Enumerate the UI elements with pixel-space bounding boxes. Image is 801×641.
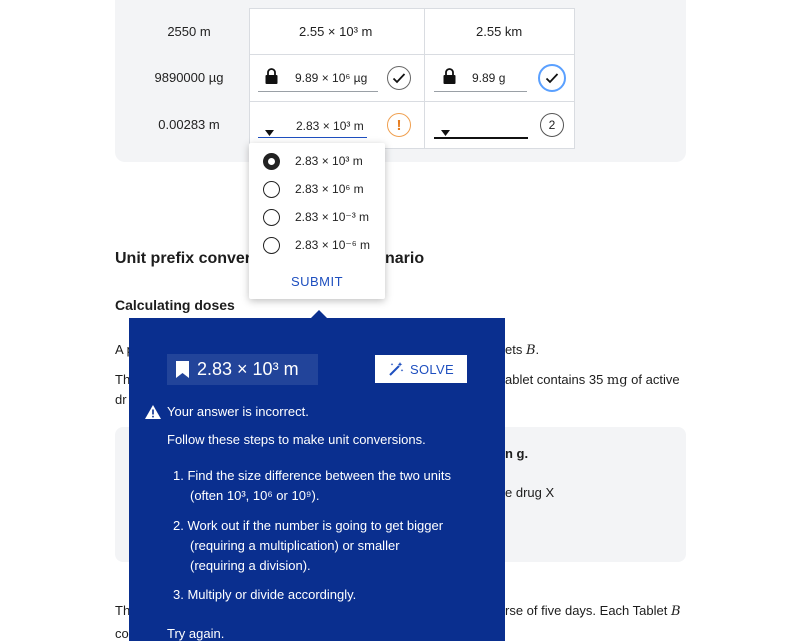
answer-row3-col2-underline [434,137,528,139]
dropdown-option[interactable]: 2.83 × 10³ m [263,151,383,171]
grid-divider-row2 [249,101,575,102]
step1-line1: 1. Find the size difference between the … [173,468,451,483]
dropdown-option[interactable]: 2.83 × 10⁶ m [263,179,383,199]
check-icon [392,73,406,84]
answer-row1-col2: 2.55 km [476,24,523,39]
bookmark-icon [176,361,189,378]
try-again-message: Try again. [167,626,225,641]
lock-icon [443,68,456,89]
paragraph-a-right: ets B. [505,342,540,358]
attempts-counter: 2 [540,113,564,137]
answer-row2-col1-underline [258,91,378,92]
submit-button[interactable]: SUBMIT [249,274,385,289]
card-line2-right: e drug X [505,485,555,500]
step3: 3. Multiply or divide accordingly. [173,587,357,602]
paragraph-bottom-right1: rse of five days. Each Tablet B [505,603,681,619]
warning-icon: ! [396,116,402,134]
radio[interactable] [263,208,280,226]
caret-down-icon[interactable] [265,123,274,141]
solve-button[interactable]: SOLVE [375,355,467,383]
answer-row2-col1: 9.89 × 10⁶ µg [295,71,368,85]
grid-divider-row1 [249,54,575,55]
warning-button-row3[interactable]: ! [387,113,411,137]
answer-dropdown-menu: 2.83 × 10³ m 2.83 × 10⁶ m 2.83 × 10⁻³ m … [249,143,385,299]
answer-row3-col1-select[interactable]: 2.83 × 10³ m [296,119,364,133]
given-value-row2: 9890000 µg [154,70,224,85]
instructions-intro: Follow these steps to make unit conversi… [167,432,426,447]
answer-row2-col2: 9.89 g [472,71,506,85]
paragraph-bottom-left1: Th [115,603,131,618]
answer-row1-col1: 2.55 × 10³ m [299,24,373,39]
magic-wand-icon [389,362,404,376]
paragraph-th-right: ablet contains 35 mg of active [505,372,680,388]
paragraph-th-left: Th [115,372,131,387]
incorrect-message: Your answer is incorrect. [167,404,309,419]
card-line1-right: n g. [505,446,529,461]
step1-line2: (often 10³, 10⁶ or 10⁹). [190,488,320,503]
paragraph-dr-left: dr [115,392,127,407]
feedback-popup: 2.83 × 10³ m SOLVE Your answer is incorr… [129,318,505,641]
grid-divider-vertical [424,8,425,149]
dropdown-option[interactable]: 2.83 × 10⁻³ m [263,207,383,227]
answer-row3-col1-underline [258,137,367,138]
subheading: Calculating doses [115,297,235,313]
section-heading: Unit prefix conver [115,250,252,267]
section-heading-continued: nario [385,250,425,267]
step2-line2: (requiring a multiplication) or smaller [190,538,400,553]
warning-icon [145,405,161,419]
check-button-row2-col2[interactable] [538,64,566,92]
check-icon [545,73,559,84]
dropdown-option[interactable]: 2.83 × 10⁻⁶ m [263,235,383,255]
paragraph-bottom-left2: co [115,626,129,641]
given-value-row1: 2550 m [167,24,211,39]
submitted-answer: 2.83 × 10³ m [167,354,318,385]
radio-selected[interactable] [263,152,280,170]
radio[interactable] [263,236,280,254]
given-value-row3: 0.00283 m [158,117,220,132]
answer-row2-col2-underline [434,91,527,92]
lock-icon [265,68,278,89]
check-button-row2-col1[interactable] [387,66,411,90]
step2-line1: 2. Work out if the number is going to ge… [173,518,444,533]
radio[interactable] [263,180,280,198]
answer-row3-col2-select[interactable] [458,117,518,135]
step2-line3: (requiring a division). [190,558,311,573]
